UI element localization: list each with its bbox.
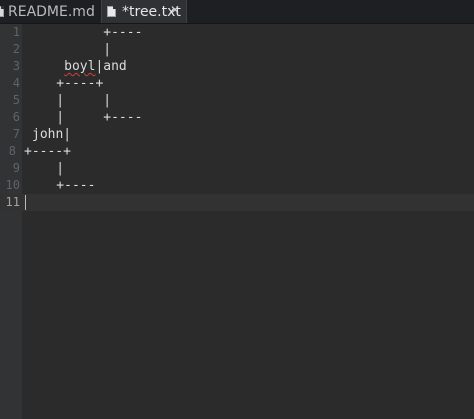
line-text: +----+ [24,144,71,159]
line-number: 3 [12,59,20,73]
line-number: 1 [12,25,20,39]
editor-line: 3 boyl|and [0,58,474,75]
line-number: 2 [12,42,20,56]
line-number: 4 [12,76,20,90]
line-text: +---- [25,25,143,40]
line-text: | +---- [25,110,143,125]
text-caret [25,195,26,210]
editor-line: 1 +---- [0,24,474,41]
line-text: | [25,42,112,57]
line-text: boyl|and [25,58,127,75]
current-line-highlight: 11 [0,194,474,211]
close-icon[interactable]: ✕ [170,3,180,17]
line-number: 5 [12,93,20,107]
line-number: 10 [5,178,20,192]
misspelled-word[interactable]: boyl [64,59,95,74]
editor-line: 5 | | [0,92,474,109]
file-icon [0,6,4,17]
editor-line: 9 | [0,160,474,177]
line-number: 9 [12,161,20,175]
editor-line: 10 +---- [0,177,474,194]
line-number: 7 [12,127,20,141]
tab-tree-txt[interactable]: *tree.txt ✕ [101,0,187,23]
editor-line: 4 +----+ [0,75,474,92]
line-text: | | [25,93,112,108]
line-number: 8 [8,144,16,158]
line-number: 6 [12,110,20,124]
line-number: 11 [5,195,20,209]
line-text: | [25,161,65,176]
line-text-suffix: |and [95,59,127,74]
line-text: +---- [25,178,96,193]
editor-line: 7 john| [0,126,474,143]
tab-bar: README.md *tree.txt ✕ [0,0,474,24]
editor-line: 2 | [0,41,474,58]
editor-window: README.md *tree.txt ✕ 1 +---- 2 | 3 boyl… [0,0,474,419]
line-text-prefix [25,59,64,74]
line-text: john| [32,127,72,142]
tab-readme[interactable]: README.md [0,0,101,23]
editor-line: 6 | +---- [0,109,474,126]
file-icon [107,6,116,17]
editor-line: 8 +----+ [0,143,474,160]
tab-label: README.md [8,3,95,20]
line-text: +----+ [25,76,104,91]
